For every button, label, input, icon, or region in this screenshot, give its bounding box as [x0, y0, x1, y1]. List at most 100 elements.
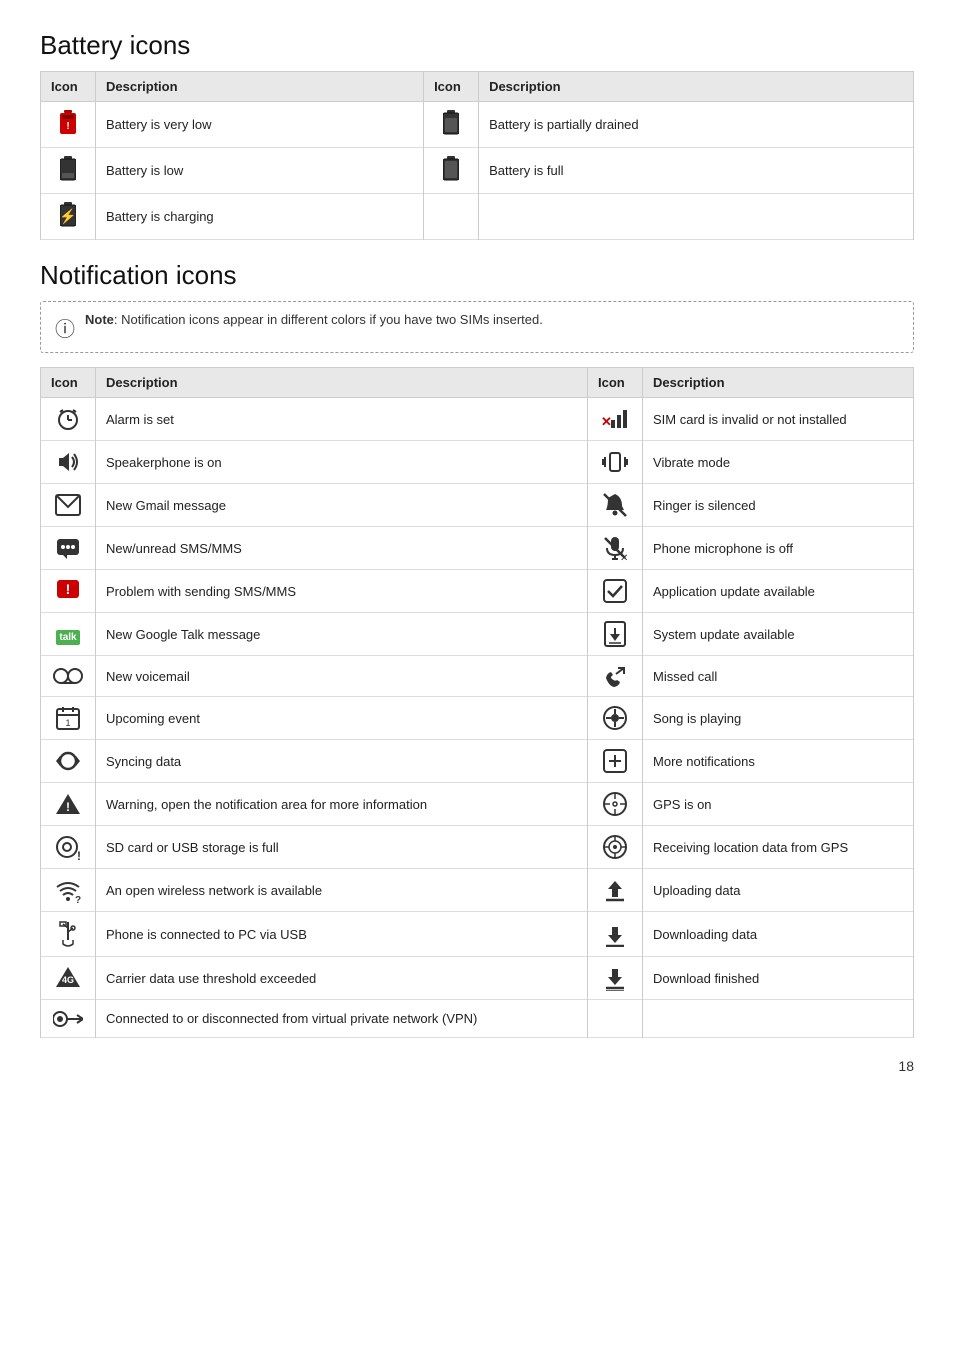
- system-update-icon: [604, 621, 626, 647]
- battery-full-icon: [443, 156, 459, 182]
- table-row: talk New Google Talk message System upda…: [41, 613, 914, 656]
- gps-on-icon: [602, 791, 628, 817]
- syncing-desc: Syncing data: [96, 740, 588, 783]
- download-finished-desc: Download finished: [643, 957, 914, 1000]
- carrier-threshold-icon-cell: 4G: [41, 957, 96, 1000]
- svg-text:1: 1: [65, 718, 70, 728]
- uploading-icon: [604, 877, 626, 903]
- table-row: Speakerphone is on Vibrate mode: [41, 441, 914, 484]
- more-notif-icon: [603, 749, 627, 773]
- svg-text:4G: 4G: [62, 975, 74, 985]
- open-wifi-icon-cell: ?: [41, 869, 96, 912]
- table-row: New/unread SMS/MMS ✕ Phone microphone is…: [41, 527, 914, 570]
- mic-off-desc: Phone microphone is off: [643, 527, 914, 570]
- usb-desc: Phone is connected to PC via USB: [96, 912, 588, 957]
- battery-col-desc1: Description: [96, 72, 424, 102]
- mic-off-icon-cell: ✕: [588, 527, 643, 570]
- talk-desc: New Google Talk message: [96, 613, 588, 656]
- notification-section-title: Notification icons: [40, 260, 914, 291]
- svg-text:!: !: [66, 581, 71, 597]
- vibrate-icon-cell: [588, 441, 643, 484]
- battery-section-title: Battery icons: [40, 30, 914, 61]
- table-row: ! Warning, open the notification area fo…: [41, 783, 914, 826]
- upcoming-event-icon: 1: [56, 706, 80, 730]
- table-row: ! Battery is very low Battery is partial…: [41, 102, 914, 148]
- sms-icon-cell: [41, 527, 96, 570]
- sdcard-full-icon: !: [55, 834, 81, 860]
- battery-verylow-icon: !: [60, 110, 76, 136]
- battery-col-desc2: Description: [479, 72, 914, 102]
- battery-partial-icon: [443, 110, 459, 136]
- table-row: Phone is connected to PC via USB Downloa…: [41, 912, 914, 957]
- alarm-desc: Alarm is set: [96, 398, 588, 441]
- uploading-icon-cell: [588, 869, 643, 912]
- battery-icon-cell: ⚡: [41, 194, 96, 240]
- vpn-icon-cell: [41, 1000, 96, 1038]
- notif-col-desc2: Description: [643, 368, 914, 398]
- notif-col-icon2: Icon: [588, 368, 643, 398]
- page-number: 18: [40, 1058, 914, 1074]
- carrier-threshold-icon: 4G: [55, 965, 81, 991]
- downloading-icon-cell: [588, 912, 643, 957]
- system-update-icon-cell: [588, 613, 643, 656]
- table-row: Battery is low Battery is full: [41, 148, 914, 194]
- vibrate-icon: [602, 449, 628, 475]
- speakerphone-desc: Speakerphone is on: [96, 441, 588, 484]
- song-playing-desc: Song is playing: [643, 697, 914, 740]
- gmail-icon-cell: [41, 484, 96, 527]
- carrier-threshold-desc: Carrier data use threshold exceeded: [96, 957, 588, 1000]
- svg-text:⚡: ⚡: [60, 208, 76, 225]
- svg-text:?: ?: [75, 895, 81, 903]
- missed-call-desc: Missed call: [643, 656, 914, 697]
- talk-icon: talk: [56, 630, 79, 645]
- open-wifi-desc: An open wireless network is available: [96, 869, 588, 912]
- gps-on-desc: GPS is on: [643, 783, 914, 826]
- talk-icon-cell: talk: [41, 613, 96, 656]
- sms-desc: New/unread SMS/MMS: [96, 527, 588, 570]
- gmail-icon: [55, 494, 81, 516]
- table-row: ⚡ Battery is charging: [41, 194, 914, 240]
- usb-icon: [57, 920, 79, 948]
- sms-problem-icon-cell: !: [41, 570, 96, 613]
- table-row: Alarm is set ✕ SIM card is invalid or no…: [41, 398, 914, 441]
- receiving-gps-desc: Receiving location data from GPS: [643, 826, 914, 869]
- note-text: Note: Notification icons appear in diffe…: [85, 312, 543, 327]
- more-notif-desc: More notifications: [643, 740, 914, 783]
- battery-charging-icon: ⚡: [60, 202, 76, 228]
- vpn-icon: [53, 1009, 83, 1029]
- table-row: ! Problem with sending SMS/MMS Applicati…: [41, 570, 914, 613]
- speakerphone-icon: [55, 449, 81, 475]
- receiving-gps-icon: [602, 834, 628, 860]
- ringer-silenced-icon: [602, 492, 628, 518]
- warning-icon: !: [55, 792, 81, 816]
- downloading-desc: Downloading data: [643, 912, 914, 957]
- svg-text:!: !: [66, 121, 69, 132]
- notif-col-icon1: Icon: [41, 368, 96, 398]
- upcoming-event-icon-cell: 1: [41, 697, 96, 740]
- system-update-desc: System update available: [643, 613, 914, 656]
- alarm-icon: [55, 406, 81, 432]
- battery-icon-cell: [424, 102, 479, 148]
- battery-icon-cell: [41, 148, 96, 194]
- battery-icon-cell: [424, 148, 479, 194]
- sdcard-full-icon-cell: !: [41, 826, 96, 869]
- app-update-icon: [602, 578, 628, 604]
- ringer-silenced-desc: Ringer is silenced: [643, 484, 914, 527]
- mic-off-icon: ✕: [602, 535, 628, 561]
- table-row: New voicemail Missed call: [41, 656, 914, 697]
- table-row: 4G Carrier data use threshold exceeded D…: [41, 957, 914, 1000]
- receiving-gps-icon-cell: [588, 826, 643, 869]
- voicemail-icon: [53, 666, 83, 686]
- sim-invalid-desc: SIM card is invalid or not installed: [643, 398, 914, 441]
- usb-icon-cell: [41, 912, 96, 957]
- ringer-silenced-icon-cell: [588, 484, 643, 527]
- missed-call-icon: [602, 664, 628, 688]
- battery-desc-cell: Battery is low: [96, 148, 424, 194]
- svg-text:!: !: [77, 849, 81, 860]
- sms-icon: [55, 535, 81, 561]
- syncing-icon: [55, 748, 81, 774]
- info-icon: ⓘ: [55, 313, 75, 342]
- gps-on-icon-cell: [588, 783, 643, 826]
- battery-col-icon1: Icon: [41, 72, 96, 102]
- table-row: Syncing data More notifications: [41, 740, 914, 783]
